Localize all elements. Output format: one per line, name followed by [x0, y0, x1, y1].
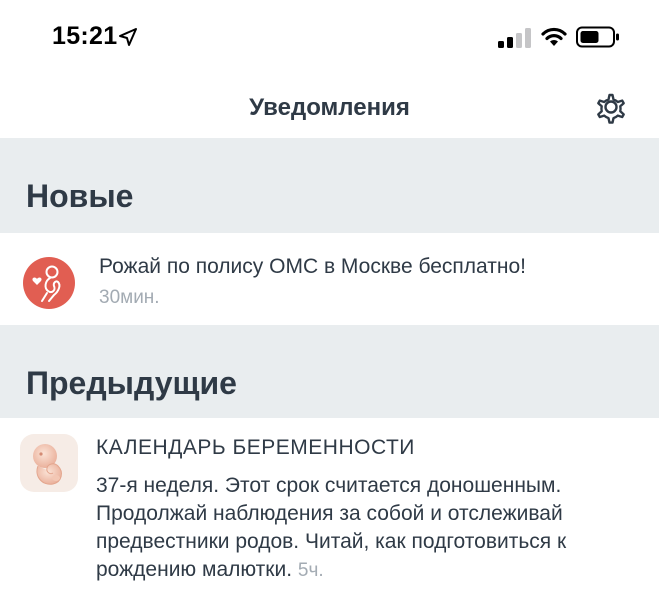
notification-text: 37-я неделя. Этот срок считается доношен…	[96, 474, 567, 581]
section-title-new: Новые	[26, 178, 134, 214]
notification-time: 5ч.	[297, 560, 324, 581]
section-title-previous: Предыдущие	[26, 365, 237, 401]
page-title: Уведомления	[249, 94, 410, 121]
status-time: 15:21	[52, 22, 118, 50]
battery-icon	[576, 26, 619, 48]
cellular-signal-icon	[498, 28, 531, 48]
notification-text: Рожай по полису ОМС в Москве бесплатно!	[99, 255, 527, 278]
notification-avatar	[23, 257, 75, 309]
notification-heading: КАЛЕНДАРЬ БЕРЕМЕННОСТИ	[96, 436, 415, 459]
notification-body: 37-я неделя. Этот срок считается доношен…	[96, 472, 646, 585]
section-previous-header: Предыдущие	[0, 325, 659, 418]
notification-item[interactable]: Рожай по полису ОМС в Москве бесплатно! …	[0, 233, 659, 325]
fetus-icon	[33, 444, 62, 485]
nav-bar: Уведомления	[0, 72, 659, 138]
status-bar: 15:21	[0, 0, 659, 72]
notification-time: 30мин.	[99, 287, 160, 308]
notification-avatar	[20, 434, 78, 492]
section-new-header: Новые	[0, 138, 659, 233]
notification-item[interactable]: КАЛЕНДАРЬ БЕРЕМЕННОСТИ 37-я неделя. Этот…	[0, 418, 659, 600]
pregnant-woman-heart-icon	[32, 265, 61, 302]
gear-icon	[597, 93, 625, 124]
wifi-icon	[541, 27, 567, 46]
location-arrow-icon	[119, 28, 137, 46]
settings-button[interactable]	[590, 86, 632, 128]
